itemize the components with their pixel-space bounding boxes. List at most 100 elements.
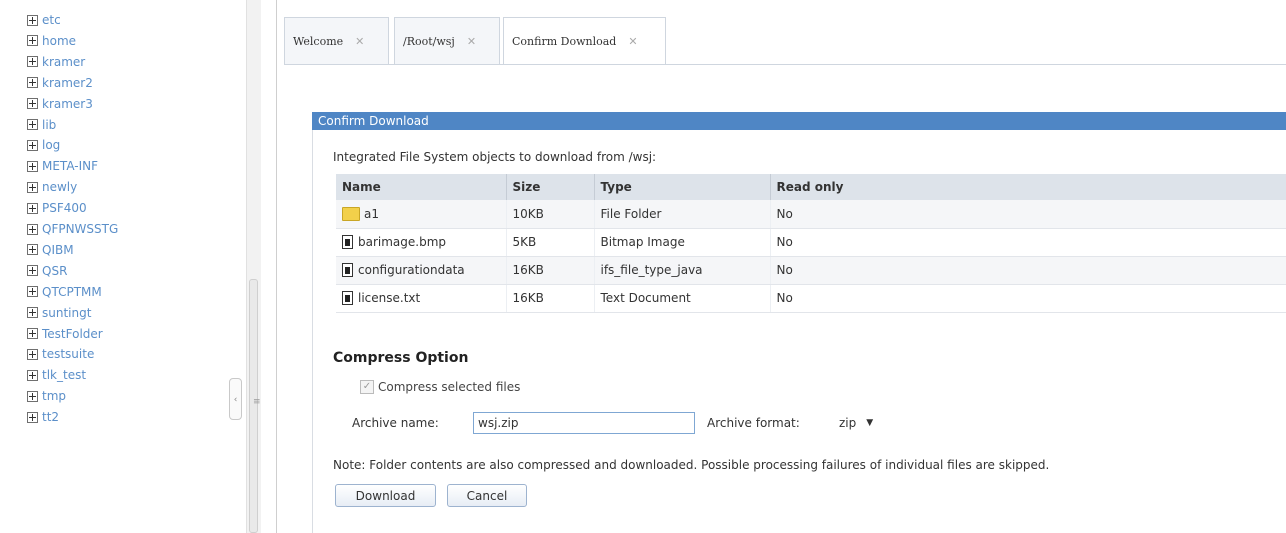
type-cell: Text Document — [594, 284, 771, 313]
tree-item-label: QIBM — [42, 242, 74, 257]
compress-checkbox-row[interactable]: ✓ Compress selected files — [360, 380, 520, 394]
tree-item-label: QFPNWSSTG — [42, 222, 119, 236]
tree-item[interactable]: QIBM — [27, 240, 74, 260]
file-icon — [342, 263, 353, 278]
tree-item[interactable]: testsuite — [27, 344, 94, 364]
tree-item[interactable]: home — [27, 31, 76, 51]
expand-plus-icon[interactable] — [27, 348, 38, 360]
table-row[interactable]: barimage.bmp 5KB Bitmap Image No — [336, 228, 1286, 257]
archive-format-select[interactable]: zip ▼ — [835, 412, 897, 434]
note-text: Note: Folder contents are also compresse… — [333, 458, 1050, 472]
size-cell: 16KB — [506, 256, 595, 285]
tree-item-label: suntingt — [42, 305, 92, 320]
file-icon — [342, 235, 353, 250]
column-header-size[interactable]: Size — [506, 174, 595, 200]
expand-plus-icon[interactable] — [27, 223, 38, 235]
splitter-grip-icon[interactable]: ≡ — [253, 398, 261, 407]
type-cell: Bitmap Image — [594, 228, 771, 257]
archive-format-label: Archive format: — [707, 416, 800, 430]
expand-plus-icon[interactable] — [27, 202, 38, 214]
expand-plus-icon[interactable] — [27, 369, 38, 381]
table-row[interactable]: configurationdata 16KB ifs_file_type_jav… — [336, 256, 1286, 285]
expand-plus-icon[interactable] — [27, 160, 38, 172]
tab-confirm-download[interactable]: Confirm Download ✕ — [503, 17, 666, 65]
archive-format-value: zip — [839, 416, 857, 430]
type-cell: File Folder — [594, 200, 771, 229]
expand-plus-icon[interactable] — [27, 14, 38, 26]
expand-plus-icon[interactable] — [27, 307, 38, 319]
tree-item[interactable]: log — [27, 135, 60, 155]
tree-item-label: tt2 — [42, 410, 60, 425]
read-only-cell: No — [770, 284, 1286, 313]
compress-option-heading: Compress Option — [333, 350, 469, 366]
tree-item[interactable]: kramer — [27, 52, 85, 72]
expand-plus-icon[interactable] — [27, 139, 38, 151]
tree-item[interactable]: kramer3 — [27, 94, 93, 114]
tab-label: /Root/wsj — [403, 35, 455, 48]
expand-plus-icon[interactable] — [27, 77, 38, 89]
column-header-name[interactable]: Name — [336, 174, 507, 200]
file-name: license.txt — [358, 290, 421, 305]
file-name: barimage.bmp — [358, 234, 447, 249]
dialog-title: Confirm Download — [312, 112, 1286, 130]
expand-plus-icon[interactable] — [27, 328, 38, 339]
table-row[interactable]: a1 10KB File Folder No — [336, 200, 1286, 229]
compress-checkbox[interactable]: ✓ — [360, 380, 374, 394]
chevron-down-icon: ▼ — [866, 418, 874, 428]
name-cell: license.txt — [336, 284, 507, 313]
download-button[interactable]: Download — [335, 484, 436, 507]
tree-item-label: kramer3 — [42, 96, 93, 111]
expand-plus-icon[interactable] — [27, 286, 38, 298]
read-only-cell: No — [770, 256, 1286, 285]
size-cell: 16KB — [506, 284, 595, 313]
close-icon[interactable]: ✕ — [628, 35, 637, 48]
tree-item[interactable]: tmp — [27, 386, 66, 406]
expand-plus-icon[interactable] — [27, 244, 38, 256]
expand-plus-icon[interactable] — [27, 265, 38, 277]
tree-item[interactable]: etc — [27, 10, 61, 30]
tree-item[interactable]: kramer2 — [27, 73, 93, 93]
tree-item[interactable]: QFPNWSSTG — [27, 219, 118, 239]
tree-item-label: tlk_test — [42, 368, 87, 383]
expand-plus-icon[interactable] — [27, 56, 38, 68]
tree-item-label: PSF400 — [42, 201, 87, 216]
tree-item-label: newly — [42, 180, 78, 195]
tree-item[interactable]: suntingt — [27, 303, 91, 323]
tree-item-label: kramer — [42, 54, 86, 69]
cancel-button[interactable]: Cancel — [447, 484, 527, 507]
column-header-read-only[interactable]: Read only — [770, 174, 1286, 200]
close-icon[interactable]: ✕ — [355, 35, 364, 48]
tab-welcome[interactable]: Welcome ✕ — [284, 17, 389, 65]
close-icon[interactable]: ✕ — [467, 35, 476, 48]
tab-root-wsj[interactable]: /Root/wsj ✕ — [394, 17, 500, 65]
tab-underline — [284, 64, 1286, 65]
tree-item[interactable]: META-INF — [27, 156, 98, 176]
table-header-row: Name Size Type Read only — [336, 174, 1286, 200]
expand-plus-icon[interactable] — [27, 35, 38, 47]
tree-item-label: log — [42, 138, 61, 153]
size-cell: 5KB — [506, 228, 595, 257]
tree-item[interactable]: lib — [27, 115, 56, 135]
compress-checkbox-label: Compress selected files — [378, 380, 521, 394]
expand-plus-icon[interactable] — [27, 119, 38, 130]
tree-item[interactable]: tt2 — [27, 407, 59, 427]
tree-item[interactable]: QTCPTMM — [27, 282, 102, 302]
table-row[interactable]: license.txt 16KB Text Document No — [336, 284, 1286, 313]
tree-item[interactable]: PSF400 — [27, 198, 87, 218]
tree-item-label: testsuite — [42, 347, 95, 362]
expand-plus-icon[interactable] — [27, 411, 38, 423]
column-header-type[interactable]: Type — [594, 174, 771, 200]
file-name: a1 — [364, 206, 379, 221]
size-cell: 10KB — [506, 200, 595, 229]
expand-plus-icon[interactable] — [27, 390, 38, 402]
tree-item[interactable]: tlk_test — [27, 365, 86, 385]
tree-item-label: etc — [42, 13, 61, 27]
archive-name-input[interactable] — [473, 412, 695, 434]
tree-item[interactable]: QSR — [27, 261, 67, 281]
read-only-cell: No — [770, 228, 1286, 257]
collapse-panel-handle[interactable]: ‹ — [229, 378, 242, 420]
expand-plus-icon[interactable] — [27, 181, 38, 193]
tree-item[interactable]: TestFolder — [27, 324, 103, 344]
expand-plus-icon[interactable] — [27, 98, 38, 110]
tree-item[interactable]: newly — [27, 177, 77, 197]
